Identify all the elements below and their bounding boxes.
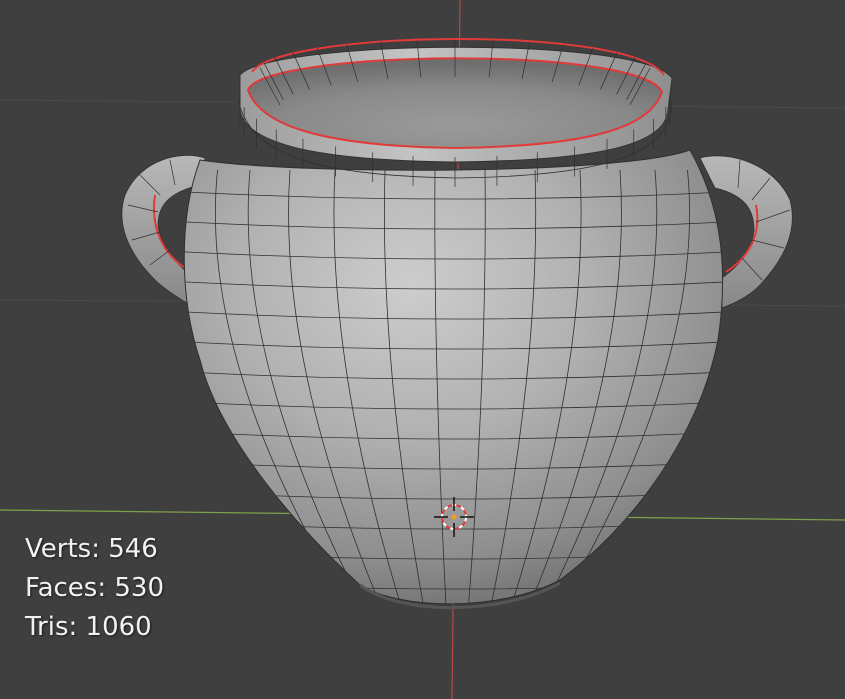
stat-verts: Verts: 546: [25, 530, 164, 569]
pot-body: [183, 149, 724, 610]
stat-tris-label: Tris:: [25, 612, 78, 642]
stat-faces-value: 530: [114, 573, 165, 603]
pot-rim: [237, 38, 673, 187]
stat-verts-label: Verts:: [25, 534, 100, 564]
stat-faces-label: Faces:: [25, 573, 107, 603]
stat-tris: Tris: 1060: [25, 608, 164, 647]
stat-verts-value: 546: [108, 534, 158, 564]
stat-tris-value: 1060: [85, 612, 152, 642]
stat-faces: Faces: 530: [25, 569, 164, 608]
viewport-statistics-overlay: Verts: 546 Faces: 530 Tris: 1060: [25, 530, 164, 647]
